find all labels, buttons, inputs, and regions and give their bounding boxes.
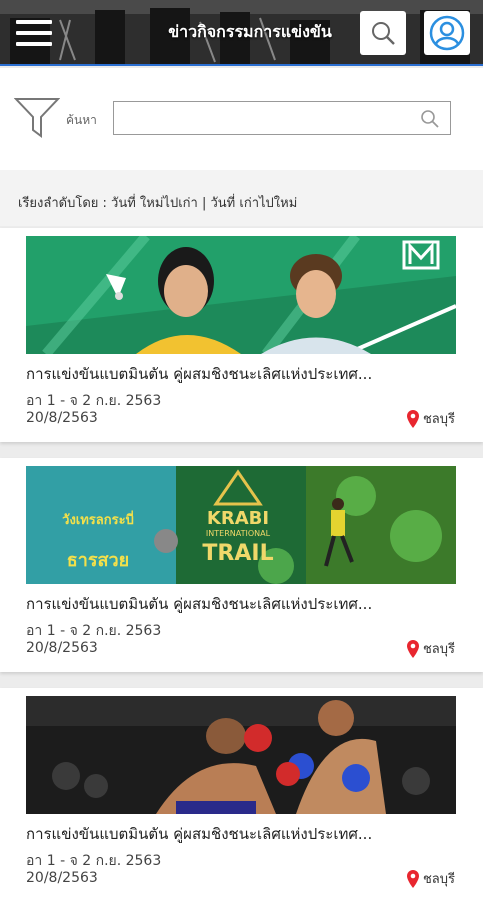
- banner-thai-sub: ธารสวย: [67, 550, 129, 571]
- sort-label: เรียงลำดับโดย :: [18, 196, 107, 211]
- event-post-date: 20/8/2563: [26, 640, 98, 656]
- banner-text-international: INTERNATIONAL: [206, 529, 271, 538]
- banner-text-krabi: KRABI: [207, 508, 269, 529]
- search-section: ค้นหา: [0, 68, 483, 170]
- location-pin-icon: [406, 869, 419, 888]
- user-profile-icon: [429, 15, 465, 51]
- event-banner-image[interactable]: KRABI INTERNATIONAL TRAIL วังเทรลกระบี่ …: [26, 466, 456, 584]
- header-search-button[interactable]: [360, 11, 406, 55]
- search-input[interactable]: [120, 102, 410, 132]
- event-date-range: อา 1 - จ 2 ก.ย. 2563: [26, 393, 162, 409]
- badminton-banner-image: [26, 236, 456, 354]
- event-card[interactable]: การแข่งขันแบตมินตัน คู่ผสมชิงชนะเลิศแห่ง…: [0, 228, 483, 442]
- hamburger-menu-icon[interactable]: [16, 20, 52, 46]
- sort-option-new-to-old[interactable]: วันที่ ใหม่ไปเก่า: [111, 196, 198, 211]
- search-icon: [372, 22, 395, 45]
- event-title[interactable]: การแข่งขันแบตมินตัน คู่ผสมชิงชนะเลิศแห่ง…: [26, 822, 456, 846]
- app-header: ข่าวกิจกรรมการแข่งขัน: [0, 0, 483, 66]
- event-post-date: 20/8/2563: [26, 410, 98, 426]
- banner-text-trail: TRAIL: [202, 541, 273, 566]
- event-location-label: ชลบุรี: [422, 872, 455, 887]
- event-location: ชลบุรี: [406, 868, 455, 889]
- search-icon[interactable]: [420, 109, 440, 129]
- event-banner-image[interactable]: [26, 236, 456, 354]
- sort-separator: |: [201, 196, 207, 211]
- event-location-label: ชลบุรี: [422, 642, 455, 657]
- search-label: ค้นหา: [66, 113, 97, 127]
- event-card[interactable]: KRABI INTERNATIONAL TRAIL วังเทรลกระบี่ …: [0, 458, 483, 672]
- sort-option-old-to-new[interactable]: วันที่ เก่าไปใหม่: [211, 196, 298, 211]
- location-pin-icon: [406, 639, 419, 658]
- search-input-container[interactable]: [113, 101, 451, 135]
- event-location: ชลบุรี: [406, 638, 455, 659]
- event-title[interactable]: การแข่งขันแบตมินตัน คู่ผสมชิงชนะเลิศแห่ง…: [26, 592, 456, 616]
- event-location: ชลบุรี: [406, 408, 455, 429]
- filter-funnel-icon[interactable]: [14, 96, 60, 138]
- event-banner-image[interactable]: [26, 696, 456, 814]
- event-location-label: ชลบุรี: [422, 412, 455, 427]
- muay-thai-banner-image: [26, 696, 456, 814]
- event-title[interactable]: การแข่งขันแบตมินตัน คู่ผสมชิงชนะเลิศแห่ง…: [26, 362, 456, 386]
- event-date-range: อา 1 - จ 2 ก.ย. 2563: [26, 853, 162, 869]
- event-date-range: อา 1 - จ 2 ก.ย. 2563: [26, 623, 162, 639]
- sort-bar: เรียงลำดับโดย : วันที่ ใหม่ไปเก่า | วันท…: [0, 170, 483, 226]
- user-profile-button[interactable]: [424, 11, 470, 55]
- banner-thai-headline: วังเทรลกระบี่: [62, 510, 134, 528]
- page-title: ข่าวกิจกรรมการแข่งขัน: [168, 22, 332, 41]
- trail-run-banner-image: KRABI INTERNATIONAL TRAIL วังเทรลกระบี่ …: [26, 466, 456, 584]
- location-pin-icon: [406, 409, 419, 428]
- event-post-date: 20/8/2563: [26, 870, 98, 886]
- event-card[interactable]: การแข่งขันแบตมินตัน คู่ผสมชิงชนะเลิศแห่ง…: [0, 688, 483, 900]
